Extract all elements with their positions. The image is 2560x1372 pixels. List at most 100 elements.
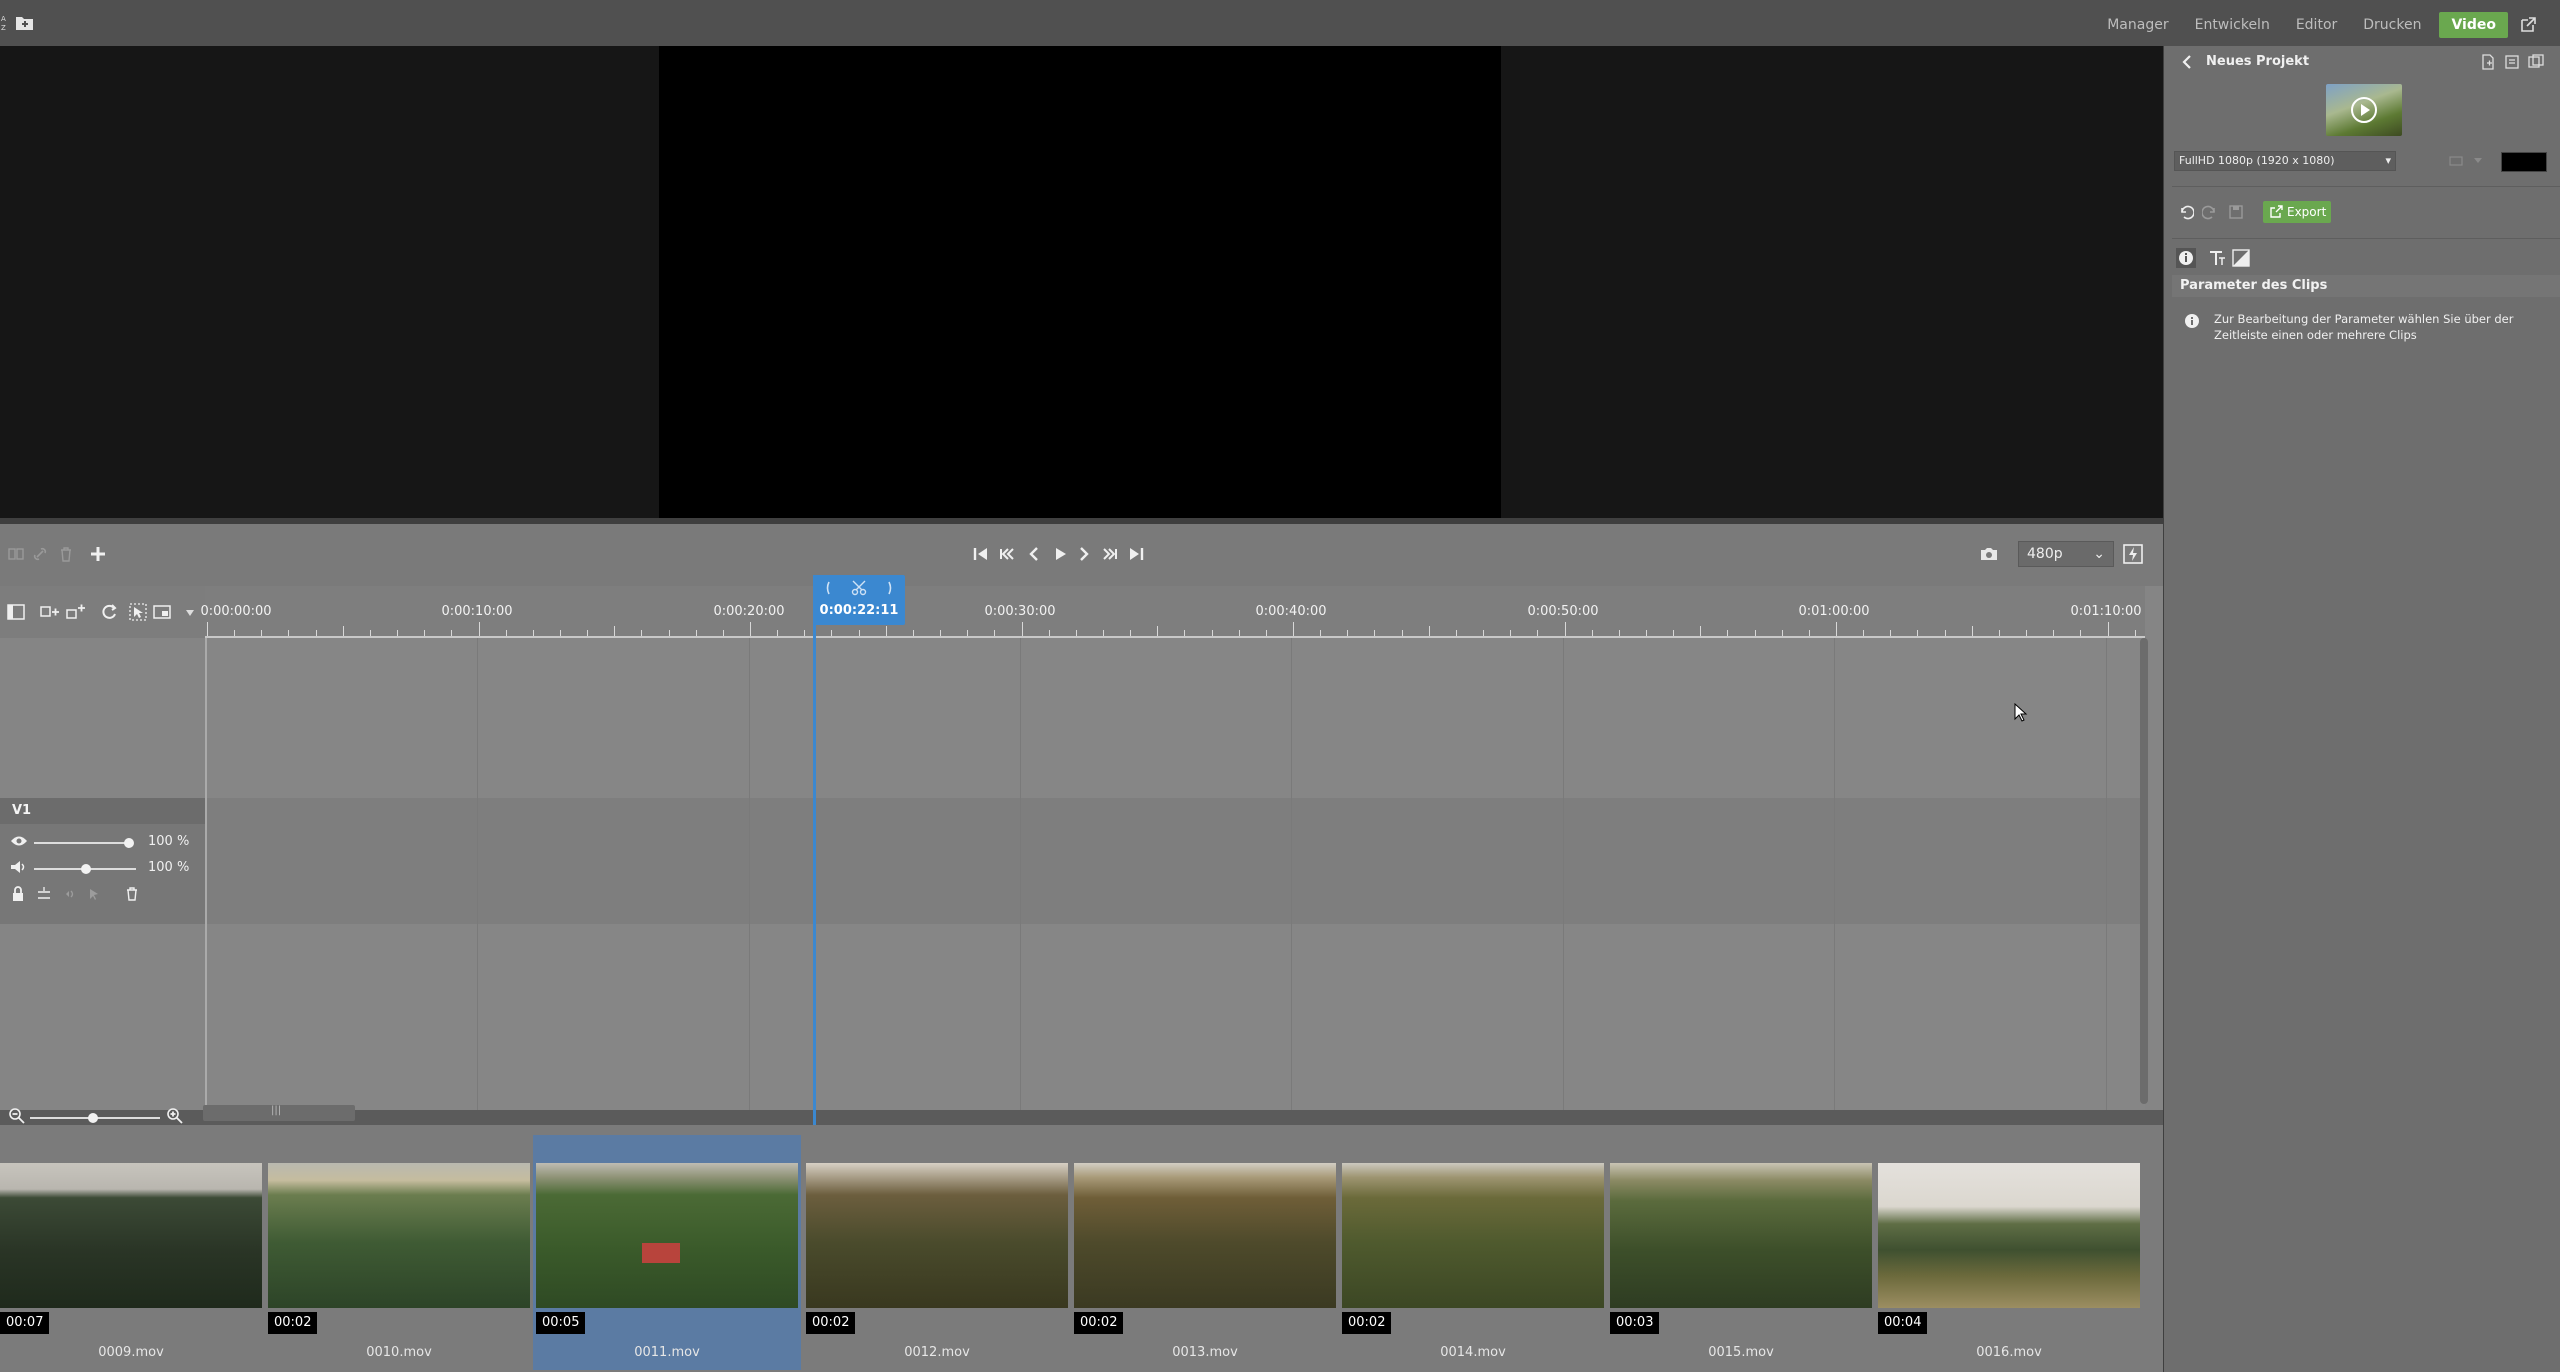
tab-editor[interactable]: Editor <box>2288 12 2345 38</box>
open-project-icon[interactable] <box>2504 54 2520 70</box>
select-tool-icon[interactable] <box>128 602 148 622</box>
opacity-slider[interactable] <box>34 842 130 844</box>
go-to-end-icon[interactable] <box>1126 544 1146 564</box>
ripple-icon[interactable] <box>99 602 119 622</box>
clip-thumbnail-item[interactable]: 00:04 0016.mov <box>1878 1135 2140 1370</box>
tab-entwickeln[interactable]: Entwickeln <box>2187 12 2278 38</box>
tab-video[interactable]: Video <box>2439 12 2508 38</box>
text-tab-icon[interactable] <box>2208 249 2226 267</box>
ruler-tick <box>369 630 371 636</box>
back-arrow-icon[interactable] <box>2180 54 2194 70</box>
ruler-tick <box>722 630 724 636</box>
transition-tab-icon[interactable] <box>2232 249 2250 267</box>
ruler-tick <box>940 630 942 636</box>
link-icon[interactable] <box>30 544 50 564</box>
clip-thumbnail-item[interactable]: 00:02 0013.mov <box>1074 1135 1336 1370</box>
ruler-tick <box>1917 630 1919 636</box>
clip-duration: 00:03 <box>1610 1312 1660 1334</box>
go-to-start-icon[interactable] <box>971 544 991 564</box>
new-folder-icon[interactable] <box>14 12 36 34</box>
project-format-select[interactable]: FullHD 1080p (1920 x 1080) ▾ <box>2174 151 2396 171</box>
export-icon <box>2270 205 2283 218</box>
divider <box>2172 186 2560 187</box>
playhead-time: 0:00:22:11 <box>819 603 899 618</box>
play-icon[interactable] <box>1050 544 1070 564</box>
clip-duration: 00:05 <box>536 1312 586 1334</box>
project-title: Neues Projekt <box>2206 54 2310 69</box>
insert-clip-icon[interactable] <box>38 602 60 622</box>
clip-thumbnail-item[interactable]: 00:02 0012.mov <box>806 1135 1068 1370</box>
undo-icon[interactable] <box>2178 204 2194 220</box>
zoom-out-icon[interactable] <box>8 1107 26 1125</box>
export-button[interactable]: Export <box>2263 201 2331 223</box>
timeline-ruler[interactable]: 0:00:00:00 0:00:10:00 0:00:20:00 0:00:30… <box>200 586 2145 638</box>
eye-icon[interactable] <box>10 834 28 848</box>
aspect-ratio-icon[interactable] <box>2448 153 2464 169</box>
ruler-tick <box>397 630 399 636</box>
playhead[interactable]: 0:00:22:11 <box>813 575 905 625</box>
render-preview-icon[interactable] <box>2123 544 2143 564</box>
ruler-tick <box>1455 630 1457 636</box>
clip-thumbnail-item[interactable]: 00:03 0015.mov <box>1610 1135 1872 1370</box>
new-project-icon[interactable] <box>2480 54 2496 70</box>
zoom-slider-knob[interactable] <box>88 1113 98 1123</box>
playhead-line[interactable] <box>813 575 816 1125</box>
pointer-icon[interactable] <box>86 886 102 902</box>
module-tabs: Manager Entwickeln Editor Drucken Video <box>2099 12 2538 38</box>
previous-clip-icon[interactable] <box>997 544 1017 564</box>
dropdown-arrow-icon[interactable] <box>2472 156 2484 166</box>
clip-thumbnail <box>1610 1163 1872 1308</box>
delete-track-icon[interactable] <box>124 886 140 902</box>
play-circle-icon[interactable] <box>2350 96 2378 124</box>
split-icon[interactable] <box>6 544 26 564</box>
project-thumbnail[interactable] <box>2326 84 2402 136</box>
clip-thumbnail-item[interactable]: 00:05 0011.mov <box>533 1135 801 1370</box>
ruler-tick <box>288 630 290 636</box>
ruler-tick <box>1890 630 1892 636</box>
video-preview-screen[interactable] <box>659 46 1501 518</box>
previous-frame-icon[interactable] <box>1024 544 1044 564</box>
cut-icon[interactable] <box>823 579 895 597</box>
ruler-tick <box>1727 630 1729 636</box>
clip-thumbnail-item[interactable]: 00:02 0014.mov <box>1342 1135 1604 1370</box>
add-icon[interactable] <box>88 544 108 564</box>
track-area-empty[interactable] <box>205 924 2145 1110</box>
track-name: V1 <box>12 803 32 818</box>
clip-thumbnail-item[interactable]: 00:02 0010.mov <box>268 1135 530 1370</box>
timeline-vertical-scrollbar[interactable] <box>2140 638 2148 1104</box>
audio-link-icon[interactable] <box>60 886 78 902</box>
ruler-tick <box>1591 630 1593 636</box>
tab-drucken[interactable]: Drucken <box>2355 12 2429 38</box>
next-frame-icon[interactable] <box>1074 544 1094 564</box>
panel-toggle-icon[interactable] <box>6 602 26 622</box>
track-height-icon[interactable] <box>36 886 52 902</box>
lock-icon[interactable] <box>10 886 26 902</box>
trash-icon[interactable] <box>56 544 76 564</box>
external-window-icon[interactable] <box>2518 15 2538 35</box>
track-area-empty[interactable] <box>205 638 2145 798</box>
volume-icon[interactable] <box>10 860 28 874</box>
tab-manager[interactable]: Manager <box>2099 12 2176 38</box>
track-v1-lane[interactable] <box>205 798 2145 924</box>
next-clip-icon[interactable] <box>1100 544 1120 564</box>
ruler-tick <box>750 622 751 636</box>
grid-line <box>1020 638 1021 1110</box>
ruler-tick <box>885 626 887 636</box>
opacity-slider-knob[interactable] <box>124 838 134 848</box>
zoom-in-icon[interactable] <box>166 1107 184 1125</box>
overwrite-clip-icon[interactable] <box>64 602 86 622</box>
ruler-label: 0:00:40:00 <box>1255 604 1327 619</box>
redo-icon[interactable] <box>2202 204 2218 220</box>
info-tab-icon[interactable] <box>2176 248 2196 268</box>
preview-quality-select[interactable]: 480p ⌄ <box>2018 541 2114 567</box>
clip-thumbnail-item[interactable]: 00:07 0009.mov <box>0 1135 262 1370</box>
save-project-icon[interactable] <box>2528 54 2544 70</box>
camera-icon[interactable] <box>1979 544 1999 564</box>
dropdown-arrow-icon[interactable] <box>184 608 196 618</box>
snap-icon[interactable] <box>152 602 172 622</box>
background-color-swatch[interactable] <box>2501 152 2547 172</box>
timeline-horizontal-scrollbar[interactable]: ||| <box>203 1105 355 1121</box>
save-icon[interactable] <box>2228 204 2244 220</box>
clip-thumbnail <box>536 1163 798 1308</box>
volume-slider-knob[interactable] <box>81 864 91 874</box>
